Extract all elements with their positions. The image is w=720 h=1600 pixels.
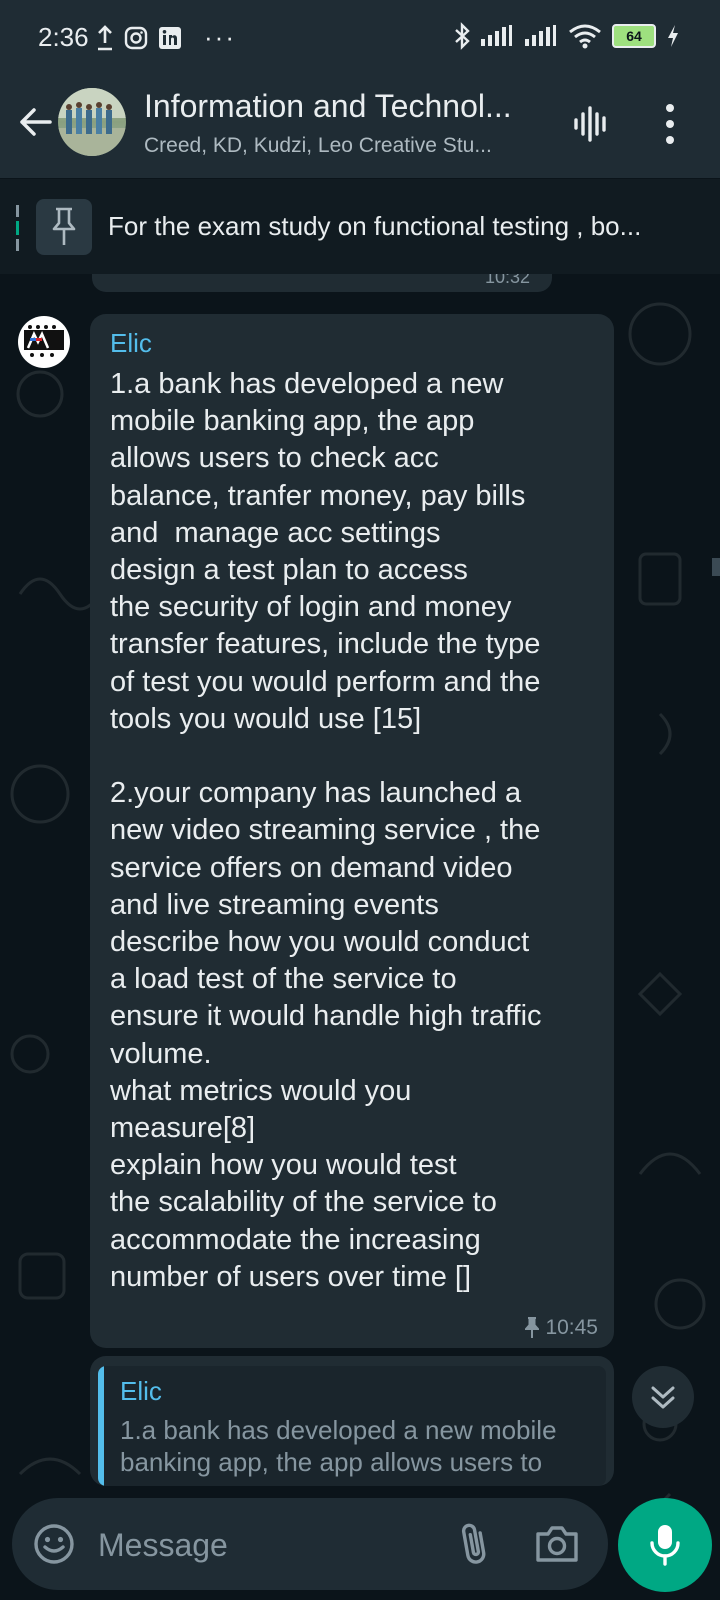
charging-icon	[668, 25, 678, 47]
emoji-icon[interactable]	[32, 1522, 76, 1566]
more-options-icon[interactable]	[662, 102, 678, 146]
status-system-icons: 64	[454, 22, 680, 50]
attach-icon[interactable]	[452, 1520, 498, 1568]
pinned-message-bar[interactable]: For the exam study on functional testing…	[0, 178, 720, 275]
message-input[interactable]	[96, 1522, 430, 1568]
status-notification-icons: ···	[96, 22, 236, 53]
message-time: 10:45	[545, 1316, 598, 1339]
bluetooth-icon	[455, 22, 470, 50]
quoted-message[interactable]: Elic 1.a bank has developed a new mobile…	[98, 1366, 606, 1486]
camera-icon[interactable]	[534, 1522, 580, 1566]
sender-avatar-logo	[24, 325, 64, 357]
group-participants[interactable]: Creed, KD, Kudzi, Leo Creative Stu...	[144, 134, 544, 158]
signal-icon	[481, 25, 512, 46]
scroll-to-bottom-button[interactable]	[632, 1366, 694, 1428]
back-arrow-icon[interactable]	[16, 102, 56, 142]
more-notifications-icon: ···	[204, 22, 236, 52]
group-avatar[interactable]	[58, 88, 126, 156]
message-bubble[interactable]: Elic 1.a bank has developed a new mobile…	[90, 314, 614, 1348]
previous-message-time: 10:32	[484, 274, 530, 287]
quoted-message-text: 1.a bank has developed a new mobile bank…	[120, 1415, 557, 1477]
linkedin-icon	[159, 26, 181, 49]
voice-message-button[interactable]	[618, 1498, 712, 1592]
sender-avatar[interactable]	[18, 316, 70, 368]
instagram-icon	[124, 26, 148, 49]
microphone-icon	[650, 1525, 680, 1566]
message-composer	[12, 1498, 608, 1590]
chat-area[interactable]: 10:32 Elic 1.a bank has developed a new …	[0, 274, 720, 1600]
sender-name[interactable]: Elic	[110, 328, 152, 359]
wifi-icon	[569, 24, 601, 49]
scrollbar-thumb[interactable]	[712, 558, 720, 576]
chat-header: Information and Technol... Creed, KD, Ku…	[0, 78, 720, 178]
voice-chat-icon[interactable]	[572, 104, 612, 144]
message-text: 1.a bank has developed a new mobile bank…	[110, 368, 542, 1293]
double-chevron-down-icon	[651, 1386, 675, 1409]
signal-icon-2	[525, 25, 556, 46]
quoted-sender-name: Elic	[120, 1376, 162, 1406]
pinned-message-icon	[525, 1317, 540, 1338]
group-title[interactable]: Information and Technol...	[144, 88, 544, 125]
pinned-indicator	[16, 205, 19, 251]
battery-indicator: 64	[612, 24, 656, 48]
quote-accent-bar	[98, 1366, 104, 1486]
upload-icon	[98, 24, 112, 50]
pinned-message-text: For the exam study on functional testing…	[108, 211, 642, 241]
status-time: 2:36	[38, 22, 89, 52]
previous-message-bubble[interactable]: 10:32	[92, 274, 552, 292]
pin-icon-box	[36, 199, 92, 255]
reply-message-bubble[interactable]: Elic 1.a bank has developed a new mobile…	[90, 1356, 614, 1486]
pin-icon	[52, 207, 76, 245]
message-meta: 10:45	[525, 1316, 598, 1340]
status-bar: 2:36 ··· 64	[0, 0, 720, 78]
